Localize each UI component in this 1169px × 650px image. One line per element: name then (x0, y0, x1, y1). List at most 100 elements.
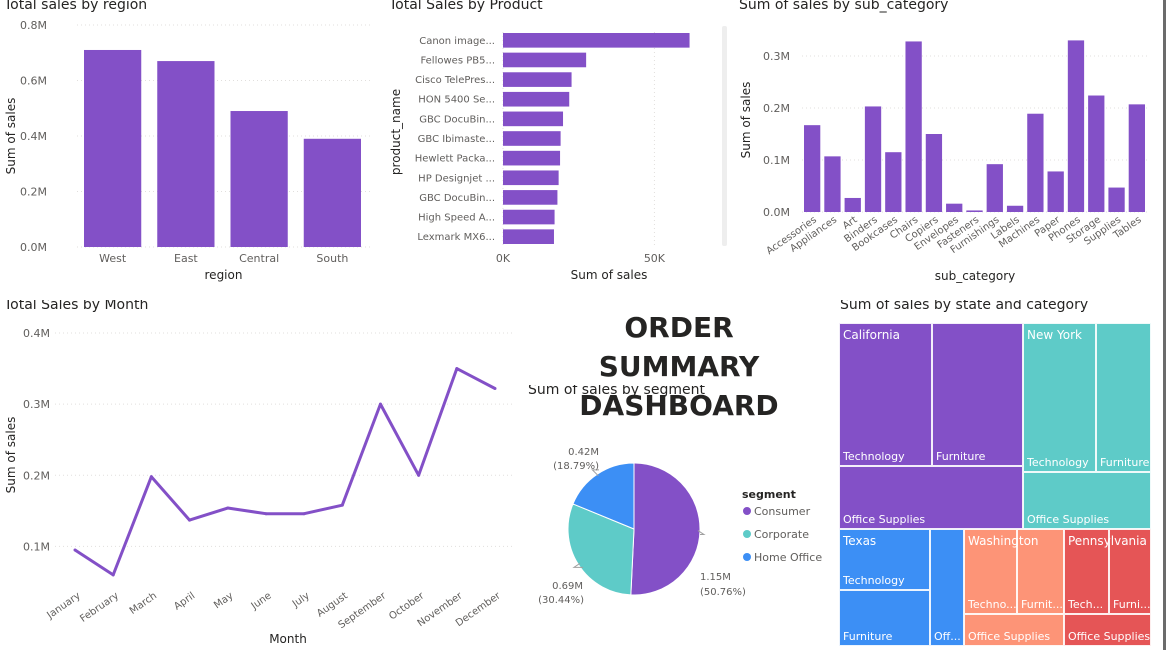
data-point (264, 512, 268, 516)
x-tick-label: May (212, 590, 235, 611)
data-point (226, 506, 230, 510)
data-label-value: 0.69M (552, 581, 583, 592)
bar (1088, 95, 1105, 212)
subcategory-bar-chart: 0.0M0.1M0.2M0.3MAccessoriesAppliances Art… (739, 40, 1147, 283)
bar (804, 125, 821, 212)
y-tick-label: HP Designjet ... (418, 173, 495, 184)
bar (157, 61, 215, 248)
state-category-visual[interactable]: Sum of sales by state and category Techn… (836, 300, 1163, 650)
x-tick-label: January (45, 590, 83, 621)
treemap-cell-label: Technology (843, 450, 905, 463)
data-point (302, 512, 306, 516)
treemap-cell[interactable]: Office Supplies (1023, 472, 1151, 529)
x-tick-label: 0K (496, 252, 511, 265)
treemap-cell[interactable]: Technology (1023, 323, 1096, 472)
treemap-cell[interactable]: Furniture (1096, 323, 1151, 472)
data-label-percent: (18.79%) (553, 461, 599, 472)
y-tick-label: Lexmark MX6... (417, 232, 495, 243)
y-tick-label: 0.3M (763, 50, 790, 63)
y-tick-label: 0.1M (763, 154, 790, 167)
bar (503, 190, 558, 205)
y-tick-label: Hewlett Packa... (415, 154, 495, 165)
legend-label: Corporate (754, 528, 809, 541)
treemap-cell-label: Furnit... (1021, 598, 1063, 611)
treemap-cell-label: Furniture (843, 630, 893, 643)
bar (905, 41, 922, 212)
treemap-cell[interactable]: Furniture (839, 590, 930, 646)
subcategory-sales-visual[interactable]: Sum of sales by sub_category 0.0M 0.1M 0.2… (735, 0, 1163, 290)
bar (503, 33, 690, 48)
x-tick-label: April (172, 590, 197, 612)
bar (84, 49, 142, 247)
bar (1027, 113, 1044, 212)
treemap-cell-label: Techno... (968, 598, 1017, 611)
legend-marker (743, 530, 751, 538)
bar (1067, 40, 1085, 213)
y-tick-label: 0.0M (763, 206, 790, 219)
y-tick-label: Canon image... (419, 36, 495, 47)
pie-slice (630, 462, 701, 596)
region-sales-visual[interactable]: Total sales by region 0.0M 0.2M 0.4M 0.6M 0.… (0, 0, 380, 290)
segment-chart-title: Sum of sales by segment (528, 385, 705, 398)
data-label-value: 0.42M (568, 447, 599, 458)
bar (503, 229, 554, 244)
data-point (417, 473, 421, 477)
data-point (188, 518, 192, 522)
treemap-cell[interactable]: Office Supplies (964, 614, 1064, 646)
y-tick-label: GBC DocuBin... (419, 114, 495, 125)
treemap-cell-label: Office Supplies (968, 630, 1051, 643)
bar (503, 150, 561, 166)
treemap-cell-label: Office Supplies (843, 513, 926, 526)
treemap-cell[interactable]: Technology (839, 323, 932, 466)
bar (503, 91, 570, 107)
bar (824, 156, 841, 212)
y-tick-label: 0.3M (23, 398, 50, 411)
x-tick-label: West (99, 252, 127, 265)
y-tick-label: 0.4M (20, 130, 47, 143)
legend-title: segment (742, 488, 796, 501)
y-tick-label: 0.2M (20, 186, 47, 199)
y-tick-label: Fellowes PB5... (420, 55, 495, 66)
treemap-cell-label: Technology (1027, 456, 1089, 469)
product-chart-title: Total Sales by Product (389, 0, 543, 13)
treemap-cell[interactable]: Off... (930, 529, 964, 646)
subcategory-chart-title: Sum of sales by sub_category (739, 0, 949, 13)
segment-pie-chart: 1.15M (50.76%) 0.69M (30.44%) 0.42M (18.79%) s… (538, 447, 822, 606)
y-tick-label: GBC DocuBin... (419, 193, 495, 204)
state-category-treemap: Technology Furniture Office Supplies Techno… (839, 323, 1151, 646)
page-scrollbar-edge (1163, 0, 1166, 650)
x-tick-label: March (128, 590, 159, 616)
product-sales-visual[interactable]: Total Sales by Product 0K 50K Canon image.… (385, 0, 735, 290)
month-sales-visual[interactable]: Total Sales by Month 0.1M 0.2M 0.3M 0.4M Jan… (0, 300, 520, 650)
treemap-cell[interactable]: Office Supplies (839, 466, 1023, 529)
treemap-cell-label: Office Supplies (1027, 513, 1110, 526)
y-tick-label: Cisco TelePres... (415, 75, 495, 86)
x-tick-label: 50K (644, 252, 666, 265)
bar (1128, 104, 1145, 212)
y-axis-title: Sum of sales (4, 98, 18, 175)
segment-sales-visual[interactable]: Sum of sales by segment 1.15M (50.76%) 0.6… (524, 385, 836, 650)
treemap-cell[interactable]: Office Supplies (1064, 614, 1151, 646)
bar (864, 106, 882, 212)
y-axis-title: Sum of sales (4, 417, 18, 494)
x-axis-title: sub_category (935, 269, 1016, 283)
y-tick-label: GBC Ibimaste... (418, 134, 495, 145)
bar (503, 52, 587, 68)
bar (503, 72, 572, 87)
bar (503, 209, 555, 225)
treemap-cell-label: Technology (843, 574, 905, 587)
y-tick-label: HON 5400 Se... (418, 95, 495, 106)
x-tick-label: Central (239, 252, 279, 265)
y-axis-title: product_name (389, 89, 403, 175)
legend-label: Consumer (754, 505, 811, 518)
treemap-state-label: California (843, 328, 900, 342)
data-point (340, 503, 344, 507)
legend-label: Home Office (754, 551, 822, 564)
treemap-cell[interactable]: Furniture (932, 323, 1023, 466)
y-tick-label: 0.6M (20, 75, 47, 88)
x-tick-label: February (78, 590, 121, 624)
x-tick-label: South (316, 252, 348, 265)
treemap-cell-label: Furni... (1113, 598, 1151, 611)
x-tick-label: June (249, 590, 274, 612)
bar (844, 197, 861, 212)
